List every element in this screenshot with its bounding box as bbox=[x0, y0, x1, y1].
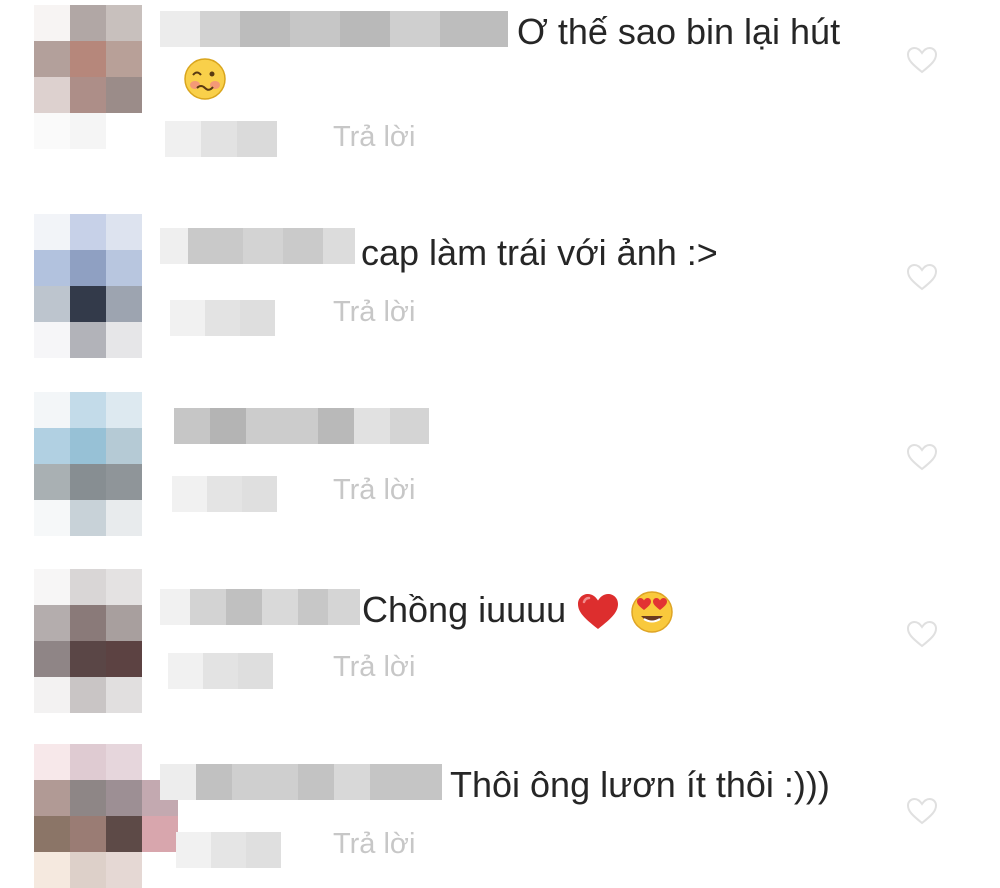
woozy-face-emoji bbox=[184, 58, 226, 100]
reply-button[interactable]: Trả lời bbox=[333, 474, 415, 507]
heart-icon[interactable] bbox=[906, 262, 938, 292]
username-blurred[interactable] bbox=[160, 11, 508, 47]
timestamp-blurred bbox=[172, 476, 277, 512]
timestamp-blurred bbox=[165, 121, 277, 157]
avatar[interactable] bbox=[34, 5, 158, 149]
heart-icon[interactable] bbox=[906, 45, 938, 75]
comment-text: Thôi ông lươn ít thôi :))) bbox=[450, 764, 830, 805]
comment-text-label: Chồng iuuuu bbox=[362, 589, 567, 630]
heart-icon[interactable] bbox=[906, 619, 938, 649]
red-heart-emoji bbox=[578, 594, 619, 630]
comment-text: cap làm trái với ảnh :> bbox=[361, 232, 718, 273]
username-blurred[interactable] bbox=[160, 764, 442, 800]
avatar[interactable] bbox=[34, 392, 158, 536]
timestamp-blurred bbox=[170, 300, 275, 336]
heart-eyes-face-emoji bbox=[631, 591, 673, 634]
reply-button[interactable]: Trả lời bbox=[333, 828, 415, 861]
heart-icon[interactable] bbox=[906, 442, 938, 472]
avatar[interactable] bbox=[34, 214, 158, 358]
avatar[interactable] bbox=[34, 744, 178, 888]
username-blurred[interactable] bbox=[160, 228, 355, 264]
username-blurred[interactable] bbox=[174, 408, 429, 444]
reply-button[interactable]: Trả lời bbox=[333, 121, 415, 154]
avatar[interactable] bbox=[34, 569, 158, 713]
heart-icon[interactable] bbox=[906, 796, 938, 826]
comment-text: Chồng iuuuu bbox=[362, 589, 674, 634]
comment-text: Ơ thế sao bin lại hút bbox=[517, 11, 841, 52]
timestamp-blurred bbox=[176, 832, 281, 868]
username-blurred[interactable] bbox=[160, 589, 360, 625]
reply-button[interactable]: Trả lời bbox=[333, 651, 415, 684]
reply-button[interactable]: Trả lời bbox=[333, 296, 415, 329]
timestamp-blurred bbox=[168, 653, 273, 689]
